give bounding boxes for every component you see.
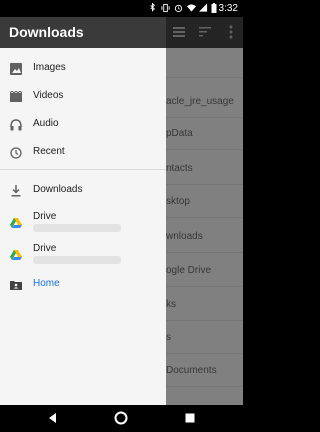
drawer-item-images[interactable]: Images	[0, 56, 166, 84]
google-drive-icon	[10, 250, 22, 260]
clock-icon	[10, 147, 22, 159]
back-icon[interactable]	[46, 411, 60, 425]
recents-icon[interactable]	[183, 411, 197, 425]
drawer-item-audio[interactable]: Audio	[0, 112, 166, 140]
drawer-item-drive-2[interactable]: Drive	[0, 242, 166, 270]
video-icon	[10, 91, 22, 102]
system-nav-bar	[0, 405, 243, 432]
download-icon	[11, 185, 21, 197]
status-bar: 3:32	[0, 0, 243, 17]
alarm-icon	[174, 4, 183, 13]
drawer-item-videos[interactable]: Videos	[0, 84, 166, 112]
battery-icon	[211, 3, 217, 13]
drawer-header: Downloads	[0, 17, 166, 48]
drawer-divider	[0, 169, 166, 170]
folder-account-icon	[10, 281, 22, 290]
image-icon	[10, 63, 22, 75]
drawer-item-downloads[interactable]: Downloads	[0, 178, 166, 206]
status-time: 3:32	[218, 3, 238, 14]
drawer-scrim[interactable]	[158, 17, 243, 405]
signal-icon	[199, 3, 208, 12]
bluetooth-icon	[150, 3, 155, 12]
headphones-icon	[10, 119, 22, 131]
navigation-drawer: Downloads Images Videos Audio Recent Dow…	[0, 17, 166, 405]
drawer-item-drive-1[interactable]: Drive	[0, 210, 166, 238]
drawer-item-home[interactable]: Home	[0, 272, 166, 300]
vibrate-icon	[161, 3, 170, 13]
wifi-icon	[187, 4, 196, 12]
drawer-title: Downloads	[9, 24, 84, 40]
google-drive-icon	[10, 218, 22, 228]
drawer-item-recent[interactable]: Recent	[0, 140, 166, 168]
home-icon[interactable]	[114, 411, 128, 425]
account-email-redacted	[33, 224, 121, 232]
account-email-redacted	[33, 256, 121, 264]
